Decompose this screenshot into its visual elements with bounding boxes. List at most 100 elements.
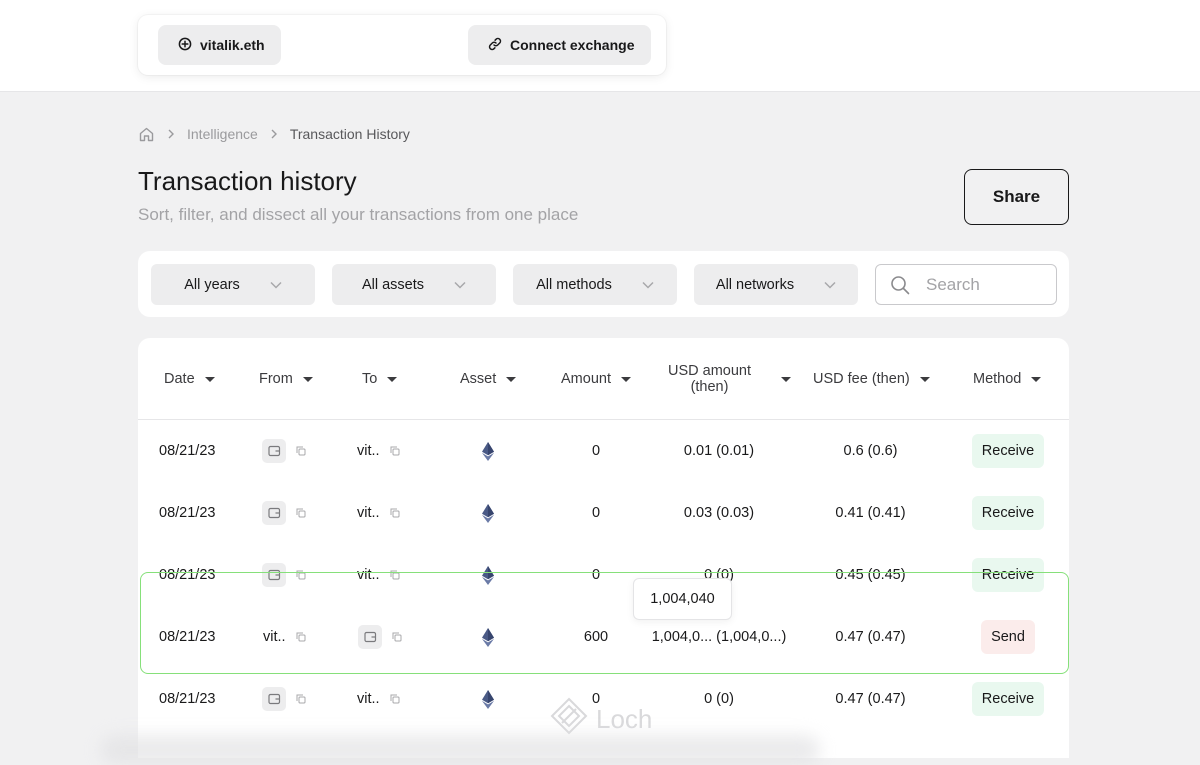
cell-from [262,544,306,606]
sort-caret-icon [620,376,631,382]
cell-date: 08/21/23 [159,567,216,583]
copy-icon[interactable] [296,446,306,456]
cell-usd-amount: 0 (0) [704,691,734,707]
breadcrumb-transaction-history: Transaction History [289,126,410,142]
cell-from [262,482,306,544]
filter-assets-dropdown[interactable]: All assets [332,264,496,305]
cell-method: Receive [958,544,1058,606]
chevron-down-icon [270,281,282,289]
to-address[interactable]: vit.. [357,505,380,521]
breadcrumb-intelligence[interactable]: Intelligence [187,126,258,142]
filter-networks-dropdown[interactable]: All networks [694,264,858,305]
copy-icon[interactable] [296,508,306,518]
column-header-method[interactable]: Method [973,338,1042,420]
cell-to: vit.. [357,668,400,730]
cell-from [262,668,306,730]
chevron-right-icon [167,129,175,139]
ethereum-icon [478,606,498,668]
wallet-icon[interactable] [358,625,382,649]
wallet-icon[interactable] [262,439,286,463]
wallet-icon[interactable] [262,687,286,711]
share-button[interactable]: Share [964,169,1069,225]
cell-to: vit.. [357,482,400,544]
cell-amount: 0 [591,443,601,459]
copy-icon[interactable] [296,570,306,580]
column-header-asset[interactable]: Asset [460,338,517,420]
method-badge-receive: Receive [971,496,1045,530]
plus-circle-icon [178,37,192,54]
table-header: Date From To Asset Amount USD amount (the… [138,338,1069,420]
breadcrumb: Intelligence Transaction History [138,124,410,144]
connect-exchange-button[interactable]: Connect exchange [468,25,651,65]
chevron-down-icon [642,281,654,289]
filter-years-label: All years [184,276,240,293]
wallet-address-label: vitalik.eth [200,37,265,53]
filter-methods-dropdown[interactable]: All methods [513,264,677,305]
copy-icon[interactable] [392,632,402,642]
column-header-date[interactable]: Date [164,338,215,420]
chevron-down-icon [824,281,836,289]
cell-method: Send [958,606,1058,668]
sort-caret-icon [506,376,517,382]
table-row[interactable]: 08/21/23 vit.. 0 0 (0) 0.45 (0.45) Recei… [138,544,1069,606]
wallet-address-button[interactable]: vitalik.eth [158,25,281,65]
cell-method: Receive [958,482,1058,544]
transaction-table: Date From To Asset Amount USD amount (the… [138,338,1069,758]
table-row[interactable]: 08/21/23 vit.. 0 0.01 (0.01) 0.6 (0.6) R… [138,420,1069,482]
copy-icon[interactable] [390,570,400,580]
cell-usd-fee: 0.47 (0.47) [835,691,906,707]
column-header-to[interactable]: To [362,338,398,420]
column-header-from[interactable]: From [259,338,313,420]
bottom-shadow [100,735,820,765]
method-badge-receive: Receive [971,434,1045,468]
sort-caret-icon [1031,376,1042,382]
filter-networks-label: All networks [715,276,795,293]
filter-years-dropdown[interactable]: All years [151,264,315,305]
copy-icon[interactable] [296,632,306,642]
column-header-usd-amount[interactable]: USD amount (then) [668,338,792,420]
search-box[interactable] [875,264,1057,305]
search-input[interactable] [926,274,1036,295]
to-address[interactable]: vit.. [357,567,380,583]
wallet-card: vitalik.eth Connect exchange [138,15,666,75]
from-address[interactable]: vit.. [263,629,286,645]
table-row[interactable]: 08/21/23 vit.. 0 0 (0) 0.47 (0.47) Recei… [138,668,1069,730]
to-address[interactable]: vit.. [357,691,380,707]
page-subtitle: Sort, filter, and dissect all your trans… [138,205,579,224]
cell-date: 08/21/23 [159,629,216,645]
cell-date: 08/21/23 [159,691,216,707]
table-row[interactable]: 08/21/23 vit.. 0 0.03 (0.03) 0.41 (0.41)… [138,482,1069,544]
home-icon[interactable] [138,126,155,143]
cell-date: 08/21/23 [159,443,216,459]
copy-icon[interactable] [390,446,400,456]
cell-usd-fee: 0.47 (0.47) [835,629,906,645]
filter-assets-label: All assets [361,276,425,293]
sort-caret-icon [919,376,930,382]
filter-bar: All years All assets All methods All net… [138,251,1069,317]
sort-caret-icon [387,376,398,382]
to-address[interactable]: vit.. [357,443,380,459]
wallet-icon[interactable] [262,563,286,587]
cell-amount: 0 [591,691,601,707]
method-badge-send: Send [981,620,1035,654]
copy-icon[interactable] [296,694,306,704]
copy-icon[interactable] [390,694,400,704]
ethereum-icon [478,420,498,482]
wallet-icon[interactable] [262,501,286,525]
cell-amount: 0 [591,567,601,583]
cell-to: vit.. [357,420,400,482]
cell-method: Receive [958,668,1058,730]
table-row[interactable]: 08/21/23 vit.. 600 1,004,0... (1,004,0..… [138,606,1069,668]
cell-from: vit.. [263,606,306,668]
page-title: Transaction history [138,166,357,196]
chevron-right-icon [270,129,278,139]
cell-amount: 600 [583,629,609,645]
column-header-amount[interactable]: Amount [561,338,631,420]
cell-usd-fee: 0.41 (0.41) [835,505,906,521]
cell-from [262,420,306,482]
column-header-usd-fee[interactable]: USD fee (then) [813,338,930,420]
method-badge-receive: Receive [971,558,1045,592]
connect-exchange-label: Connect exchange [510,37,635,53]
cell-usd-amount: 0.03 (0.03) [683,505,755,521]
copy-icon[interactable] [390,508,400,518]
